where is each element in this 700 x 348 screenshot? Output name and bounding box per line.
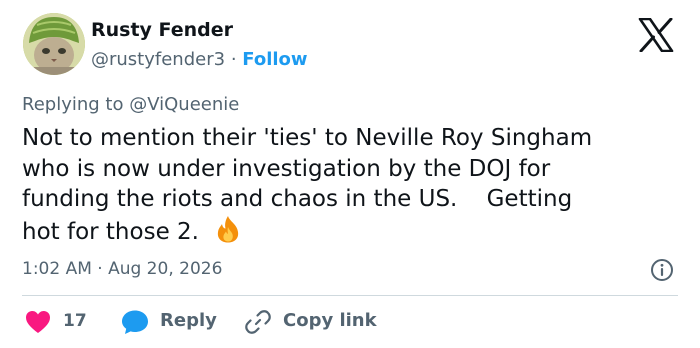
tweet-text-line-last: hot for those 2. <box>22 215 682 248</box>
author-name[interactable]: Rusty Fender <box>91 19 233 41</box>
like-count[interactable]: 17 <box>63 311 87 331</box>
timestamp[interactable]: 1:02 AM · Aug 20, 2026 <box>22 259 222 279</box>
reply-bubble-icon[interactable] <box>121 309 149 335</box>
divider <box>22 295 678 296</box>
separator-dot: · <box>230 49 237 70</box>
replying-prefix: Replying to <box>22 94 124 115</box>
tweet-text-line: Not to mention their 'ties' to Neville R… <box>22 125 593 151</box>
replying-to: Replying to @ViQueenie <box>22 94 239 115</box>
tweet-text-line: funding the riots and chaos in the US. G… <box>22 186 573 212</box>
heart-icon[interactable] <box>25 310 51 334</box>
tweet-card: Rusty Fender @rustyfender3 · Follow Repl… <box>0 0 700 348</box>
info-icon[interactable] <box>650 258 674 282</box>
tweet-text-line: hot for those 2. <box>22 218 199 245</box>
replying-handle[interactable]: @ViQueenie <box>129 94 239 115</box>
tweet-text: Not to mention their 'ties' to Neville R… <box>22 123 682 247</box>
follow-button[interactable]: Follow <box>242 49 307 70</box>
avatar[interactable] <box>23 13 85 75</box>
copy-link-button[interactable]: Copy link <box>283 310 377 331</box>
avatar-image <box>23 13 85 75</box>
action-bar: 17 Reply Copy link <box>0 308 700 336</box>
tweet-text-line: who is now under investigation by the DO… <box>22 155 551 182</box>
author-meta: @rustyfender3 · Follow <box>91 49 308 70</box>
x-logo-icon[interactable] <box>638 18 674 52</box>
link-icon[interactable] <box>245 309 271 335</box>
fire-icon <box>217 215 239 242</box>
author-handle[interactable]: @rustyfender3 <box>91 49 225 70</box>
reply-button[interactable]: Reply <box>160 310 217 331</box>
